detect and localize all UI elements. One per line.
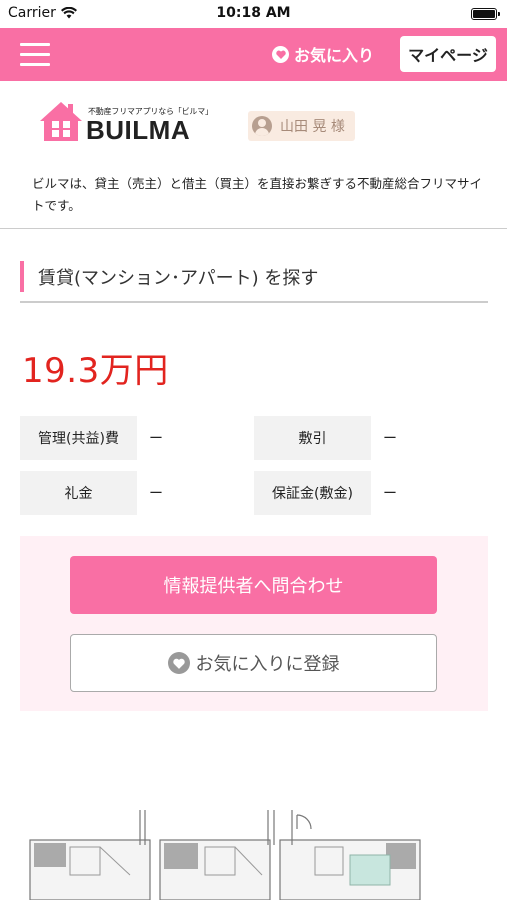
mypage-button[interactable]: マイページ: [400, 36, 496, 72]
user-name: 山田 晃 様: [280, 119, 345, 135]
site-header: 不動産フリマアプリなら「ビルマ」 BUILMA 山田 晃 様 ビルマは、貸主（売…: [0, 81, 507, 229]
menu-icon[interactable]: [20, 42, 50, 66]
user-icon: [252, 116, 272, 136]
user-badge[interactable]: 山田 晃 様: [248, 111, 355, 141]
status-bar: Carrier 10:18 AM: [0, 0, 507, 28]
add-favorite-button[interactable]: お気に入りに登録: [70, 634, 437, 692]
heart-icon: [272, 45, 289, 63]
house-logo-icon: [40, 102, 82, 141]
battery-icon: [471, 8, 500, 20]
floor-plan-image[interactable]: [0, 785, 507, 900]
fee-value-management: ー: [149, 431, 163, 447]
rent-price: 19.3万円: [22, 351, 169, 391]
contact-panel: 情報提供者へ問合わせ お気に入りに登録: [20, 536, 488, 711]
section-header: 賃貸(マンション･アパート) を探す: [20, 258, 488, 303]
fee-value-deposit: ー: [383, 486, 397, 502]
fee-label-shikibiki: 敷引: [254, 416, 371, 460]
builma-logo[interactable]: 不動産フリマアプリなら「ビルマ」 BUILMA: [38, 99, 213, 145]
status-time: 10:18 AM: [216, 5, 291, 21]
add-favorite-label: お気に入りに登録: [195, 654, 340, 675]
fee-label-management: 管理(共益)費: [20, 416, 137, 460]
fee-label-deposit: 保証金(敷金): [254, 471, 371, 515]
fee-value-shikibiki: ー: [383, 431, 397, 447]
favorites-link[interactable]: お気に入り: [272, 42, 374, 66]
navbar: お気に入り マイページ: [0, 28, 507, 81]
favorites-label: お気に入り: [294, 46, 375, 65]
section-accent-bar: [20, 261, 24, 292]
fee-label-key-money: 礼金: [20, 471, 137, 515]
site-description: ビルマは、貸主（売主）と借主（買主）を直接お繋ぎする不動産総合フリマサイトです。: [32, 176, 483, 213]
logo-wordmark: BUILMA: [86, 115, 191, 145]
fee-value-key-money: ー: [149, 486, 163, 502]
inquire-button[interactable]: 情報提供者へ問合わせ: [70, 556, 437, 614]
section-title: 賃貸(マンション･アパート) を探す: [38, 268, 319, 289]
heart-icon: [167, 652, 190, 674]
